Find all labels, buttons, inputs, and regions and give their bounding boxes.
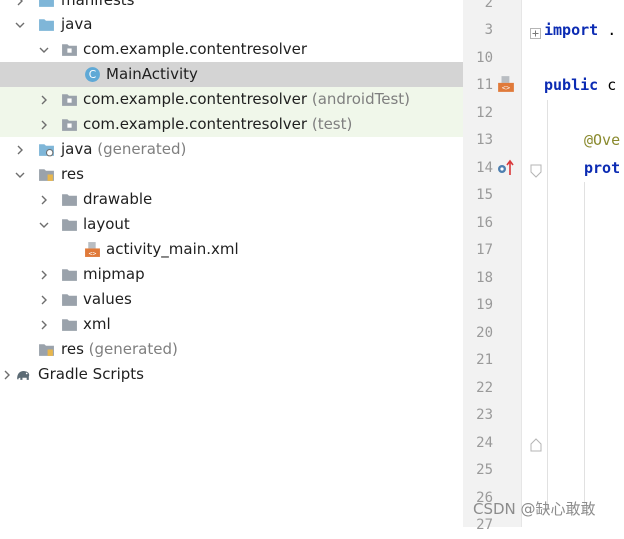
package-icon [60, 37, 78, 62]
tree-item-mipmap[interactable]: mipmap [0, 262, 463, 287]
line-number: 24 [476, 435, 493, 451]
line-number: 12 [476, 105, 493, 121]
code-line-method: prot [584, 159, 621, 177]
resource-folder-icon [37, 162, 55, 187]
line-number: 2 [484, 0, 493, 11]
line-number: 20 [476, 325, 493, 341]
tree-item-label: res (generated) [61, 340, 178, 358]
line-number: 11 [476, 77, 493, 93]
tree-item-label: res [61, 165, 84, 183]
line-number: 13 [476, 132, 493, 148]
tree-item-xml[interactable]: xml [0, 312, 463, 337]
line-number: 18 [476, 270, 493, 286]
line-number: 14 [476, 160, 493, 176]
line-number: 19 [476, 297, 493, 313]
folder-icon [60, 212, 78, 237]
fold-arrow-icon[interactable] [530, 163, 542, 178]
indent-guide [584, 182, 585, 512]
package-icon [60, 112, 78, 137]
line-number: 22 [476, 380, 493, 396]
tree-item-label: values [83, 290, 132, 308]
chevron-right-icon[interactable] [37, 262, 51, 287]
tree-item-java[interactable]: java [0, 12, 463, 37]
svg-text:<>: <> [88, 249, 96, 257]
tree-item-label: com.example.contentresolver [83, 40, 308, 58]
code-editor[interactable]: import . public c @Ove prot [522, 0, 624, 527]
chevron-down-icon[interactable] [37, 37, 51, 62]
tree-item-label: java [61, 15, 93, 33]
project-tree: manifests java com.example.contentresolv… [0, 0, 463, 527]
watermark: CSDN @缺心敢敢 [473, 500, 596, 518]
tree-item-activity-main-xml[interactable]: <> activity_main.xml [0, 237, 463, 262]
chevron-down-icon[interactable] [13, 162, 27, 187]
tree-item-label: layout [83, 215, 130, 233]
chevron-right-icon[interactable] [37, 112, 51, 137]
tree-item-label: com.example.contentresolver (test) [83, 115, 353, 133]
folder-icon [37, 12, 55, 37]
fold-plus-icon[interactable] [530, 24, 541, 39]
tree-item-values[interactable]: values [0, 287, 463, 312]
editor-gutter: 2 3 10 11 12 13 14 15 16 17 18 19 20 21 … [463, 0, 522, 533]
tree-item-mainactivity[interactable]: C MainActivity [0, 62, 463, 87]
code-line-annotation: @Ove [584, 131, 621, 149]
chevron-down-icon[interactable] [13, 12, 27, 37]
folder-icon [60, 187, 78, 212]
chevron-right-icon[interactable] [37, 312, 51, 337]
tree-item-gradle-scripts[interactable]: Gradle Scripts [0, 362, 463, 387]
chevron-down-icon[interactable] [37, 212, 51, 237]
chevron-right-icon[interactable] [37, 87, 51, 112]
tree-item-label: activity_main.xml [106, 240, 239, 258]
tree-item-package-test[interactable]: com.example.contentresolver (test) [0, 112, 463, 137]
tree-item-label: MainActivity [106, 65, 198, 83]
tree-item-label: java (generated) [61, 140, 187, 158]
java-class-icon: C [83, 62, 101, 87]
chevron-right-icon[interactable] [37, 287, 51, 312]
code-line-class-declaration: public c [544, 76, 617, 94]
code-line-import: import . [544, 21, 617, 39]
package-icon [60, 87, 78, 112]
tree-item-res-generated[interactable]: res (generated) [0, 337, 463, 362]
svg-text:<>: <> [502, 84, 510, 92]
tree-item-label: mipmap [83, 265, 145, 283]
line-number: 3 [484, 22, 493, 38]
line-number: 16 [476, 215, 493, 231]
tree-item-drawable[interactable]: drawable [0, 187, 463, 212]
folder-icon [60, 312, 78, 337]
line-number: 25 [476, 462, 493, 478]
layout-xml-icon: <> [83, 237, 101, 262]
fold-arrow-icon[interactable] [530, 437, 542, 452]
tree-item-label: Gradle Scripts [38, 365, 144, 383]
folder-icon [60, 262, 78, 287]
override-method-icon[interactable] [497, 159, 517, 177]
line-number: 15 [476, 187, 493, 203]
resource-folder-icon [37, 337, 55, 362]
svg-text:C: C [88, 68, 95, 81]
tree-item-package-androidtest[interactable]: com.example.contentresolver (androidTest… [0, 87, 463, 112]
indent-guide [547, 100, 548, 510]
line-number: 17 [476, 242, 493, 258]
chevron-right-icon[interactable] [0, 362, 14, 387]
tree-item-label: com.example.contentresolver (androidTest… [83, 90, 411, 108]
tree-item-java-generated[interactable]: java (generated) [0, 137, 463, 162]
line-number: 10 [476, 50, 493, 66]
line-number: 21 [476, 352, 493, 368]
tree-item-res[interactable]: res [0, 162, 463, 187]
folder-icon [60, 287, 78, 312]
line-number: 23 [476, 407, 493, 423]
chevron-right-icon[interactable] [37, 187, 51, 212]
tree-item-package[interactable]: com.example.contentresolver [0, 37, 463, 62]
tree-item-layout[interactable]: layout [0, 212, 463, 237]
chevron-right-icon[interactable] [13, 137, 27, 162]
generated-folder-icon [37, 137, 55, 162]
tree-item-label: drawable [83, 190, 153, 208]
gradle-elephant-icon [14, 362, 32, 387]
layout-file-gutter-icon[interactable]: <> [497, 75, 515, 93]
tree-item-label: xml [83, 315, 111, 333]
